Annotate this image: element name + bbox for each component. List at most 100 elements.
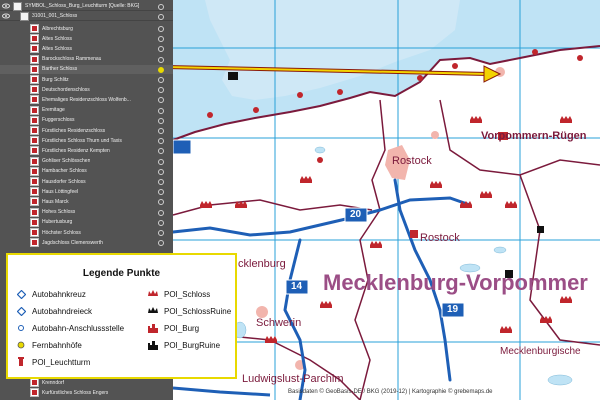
target-circle-icon[interactable]: [158, 128, 164, 134]
target-circle-icon[interactable]: [158, 179, 164, 185]
eye-icon[interactable]: [2, 2, 10, 10]
target-circle-icon[interactable]: [158, 14, 164, 20]
target-circle-icon[interactable]: [158, 4, 164, 10]
label-mecklenburg-partial: cklenburg: [238, 258, 286, 270]
panel-item-label: Gohliser Schlösschen: [42, 158, 91, 165]
crown-icon: [30, 146, 39, 156]
target-circle-icon[interactable]: [158, 56, 164, 63]
panel-item-label: Fuggerschloss: [42, 117, 75, 124]
crown-ruin-icon: [148, 306, 158, 316]
target-circle-icon[interactable]: [158, 209, 164, 216]
small-circle-icon: [16, 323, 26, 333]
target-circle-icon[interactable]: [158, 219, 164, 226]
legend-box: Legende Punkte Autobahnkreuz Autobahndre…: [6, 253, 237, 379]
panel-item-label: Haus Löttingfeel: [42, 188, 79, 195]
panel-item-label: Hohes Schloss: [42, 209, 76, 216]
panel-item[interactable]: Kurfürstliches Schloss Engers: [0, 388, 173, 397]
castle-ruin-icon: [148, 340, 158, 350]
panel-item-label: Hausdorfer Schloss: [42, 178, 86, 185]
crown-icon: [30, 54, 39, 64]
panel-item[interactable]: Fürstliches Schloss Thurn und Taxis: [0, 136, 173, 146]
panel-item[interactable]: Fuggerschloss: [0, 115, 173, 125]
panel-item-label: Burg Schlitz: [42, 76, 69, 83]
target-circle-icon[interactable]: [158, 36, 164, 43]
panel-item[interactable]: Haus Löttingfeel: [0, 187, 173, 197]
lighthouse-icon: [16, 357, 26, 367]
target-circle-icon[interactable]: [158, 46, 164, 53]
label-ludwigslust: Ludwigslust-Parchim: [242, 373, 344, 385]
panel-item[interactable]: Höchster Schloss: [0, 228, 173, 237]
crown-icon: [30, 166, 39, 176]
yellow-dot-icon: [16, 340, 26, 350]
panel-item[interactable]: Krenndorf: [0, 378, 173, 387]
panel-item-label: Jagdschloss Clemenswerth: [42, 239, 103, 246]
panel-item[interactable]: Hambacher Schloss: [0, 166, 173, 176]
panel-item-label: Deutschordenschloss: [42, 86, 90, 93]
label-mecklenburgische: Mecklenburgische: [500, 346, 581, 357]
panel-item[interactable]: Eremitage: [0, 105, 173, 115]
crown-icon: [30, 187, 39, 197]
panel-item[interactable]: Hubertusburg: [0, 217, 173, 227]
panel-item-label: Barther Schloss: [42, 66, 78, 73]
panel-item[interactable]: Hohes Schloss: [0, 207, 173, 217]
panel-item[interactable]: Burg Schlitz: [0, 75, 173, 84]
target-circle-icon[interactable]: [158, 240, 164, 247]
panel-item-label: Hambacher Schloss: [42, 168, 87, 175]
crown-icon: [30, 64, 39, 74]
target-circle-icon[interactable]: [158, 158, 164, 165]
panel-item[interactable]: Ehemaliges Residenzschloss Wolfenb...: [0, 95, 173, 105]
target-circle-icon[interactable]: [158, 230, 164, 236]
crown-icon: [30, 105, 39, 115]
target-circle-icon[interactable]: [158, 26, 164, 32]
panel-item-label: Höchster Schloss: [42, 229, 81, 236]
panel-item[interactable]: Barockschloss Rammenau: [0, 54, 173, 64]
panel-item-label: Barockschloss Rammenau: [42, 56, 102, 63]
eye-icon[interactable]: [2, 12, 10, 20]
panel-item[interactable]: Deutschordenschloss: [0, 85, 173, 95]
panel-item[interactable]: Altes Schloss: [0, 44, 173, 54]
target-circle-icon[interactable]: [158, 97, 164, 104]
panel-item-label: Kurfürstliches Schloss Engers: [42, 389, 109, 396]
panel-item-label: Haus Marck: [42, 198, 69, 205]
target-circle-icon[interactable]: [158, 189, 164, 196]
panel-item-label: Krenndorf: [42, 379, 64, 386]
target-circle-icon[interactable]: [158, 107, 164, 114]
target-circle-icon[interactable]: [158, 87, 164, 94]
diamond-icon: [16, 289, 26, 299]
crown-icon: [30, 238, 39, 248]
target-circle-icon[interactable]: [158, 199, 164, 206]
crown-icon: [30, 217, 39, 227]
crown-icon: [30, 388, 39, 397]
panel-item[interactable]: Hausdorfer Schloss: [0, 177, 173, 186]
panel-item-label: Albrechtsburg: [42, 25, 73, 32]
target-circle-icon[interactable]: [158, 117, 164, 124]
panel-item[interactable]: Gohliser Schlösschen: [0, 156, 173, 166]
target-circle-icon[interactable]: [158, 66, 164, 73]
map-copyright: Basisdaten © GeoBasis-DE / BKG (2019-12)…: [288, 389, 493, 395]
crown-icon: [30, 24, 39, 33]
panel-item-label: Altes Schloss: [42, 35, 73, 42]
layer-row-symbol-group[interactable]: SYMBOL_Schloss_Burg_Leuchtturm [Quelle: …: [0, 1, 173, 11]
target-circle-icon[interactable]: [158, 148, 164, 155]
panel-item[interactable]: Haus Marck: [0, 197, 173, 207]
panel-item[interactable]: Jagdschloss Clemenswerth: [0, 238, 173, 248]
crown-icon: [30, 34, 39, 44]
crown-icon: [30, 378, 39, 387]
panel-item-label: Fürstliches Residenzschloss: [42, 127, 106, 134]
crown-icon: [30, 136, 39, 146]
layer-name: SYMBOL_Schloss_Burg_Leuchtturm [Quelle: …: [25, 3, 140, 9]
panel-item[interactable]: Fürstliches Residenzschloss: [0, 126, 173, 135]
panel-item[interactable]: Altes Schloss: [0, 34, 173, 44]
target-circle-icon[interactable]: [158, 168, 164, 175]
target-circle-icon[interactable]: [158, 138, 164, 145]
legend-item-burg: POI_Burg: [148, 323, 199, 333]
target-circle-icon[interactable]: [158, 77, 164, 83]
panel-item-label: Ehemaliges Residenzschloss Wolfenb...: [42, 96, 131, 103]
panel-item[interactable]: Albrechtsburg: [0, 24, 173, 33]
panel-item[interactable]: Barther Schloss: [0, 64, 173, 74]
legend-item-autobahndreieck: Autobahndreieck: [16, 306, 92, 316]
layer-row-schloss[interactable]: 31001_001_Schloss: [0, 11, 173, 21]
panel-item[interactable]: Fürstliches Residenz Kempten: [0, 146, 173, 156]
crown-icon: [30, 115, 39, 125]
panel-item-label: Eremitage: [42, 107, 65, 114]
